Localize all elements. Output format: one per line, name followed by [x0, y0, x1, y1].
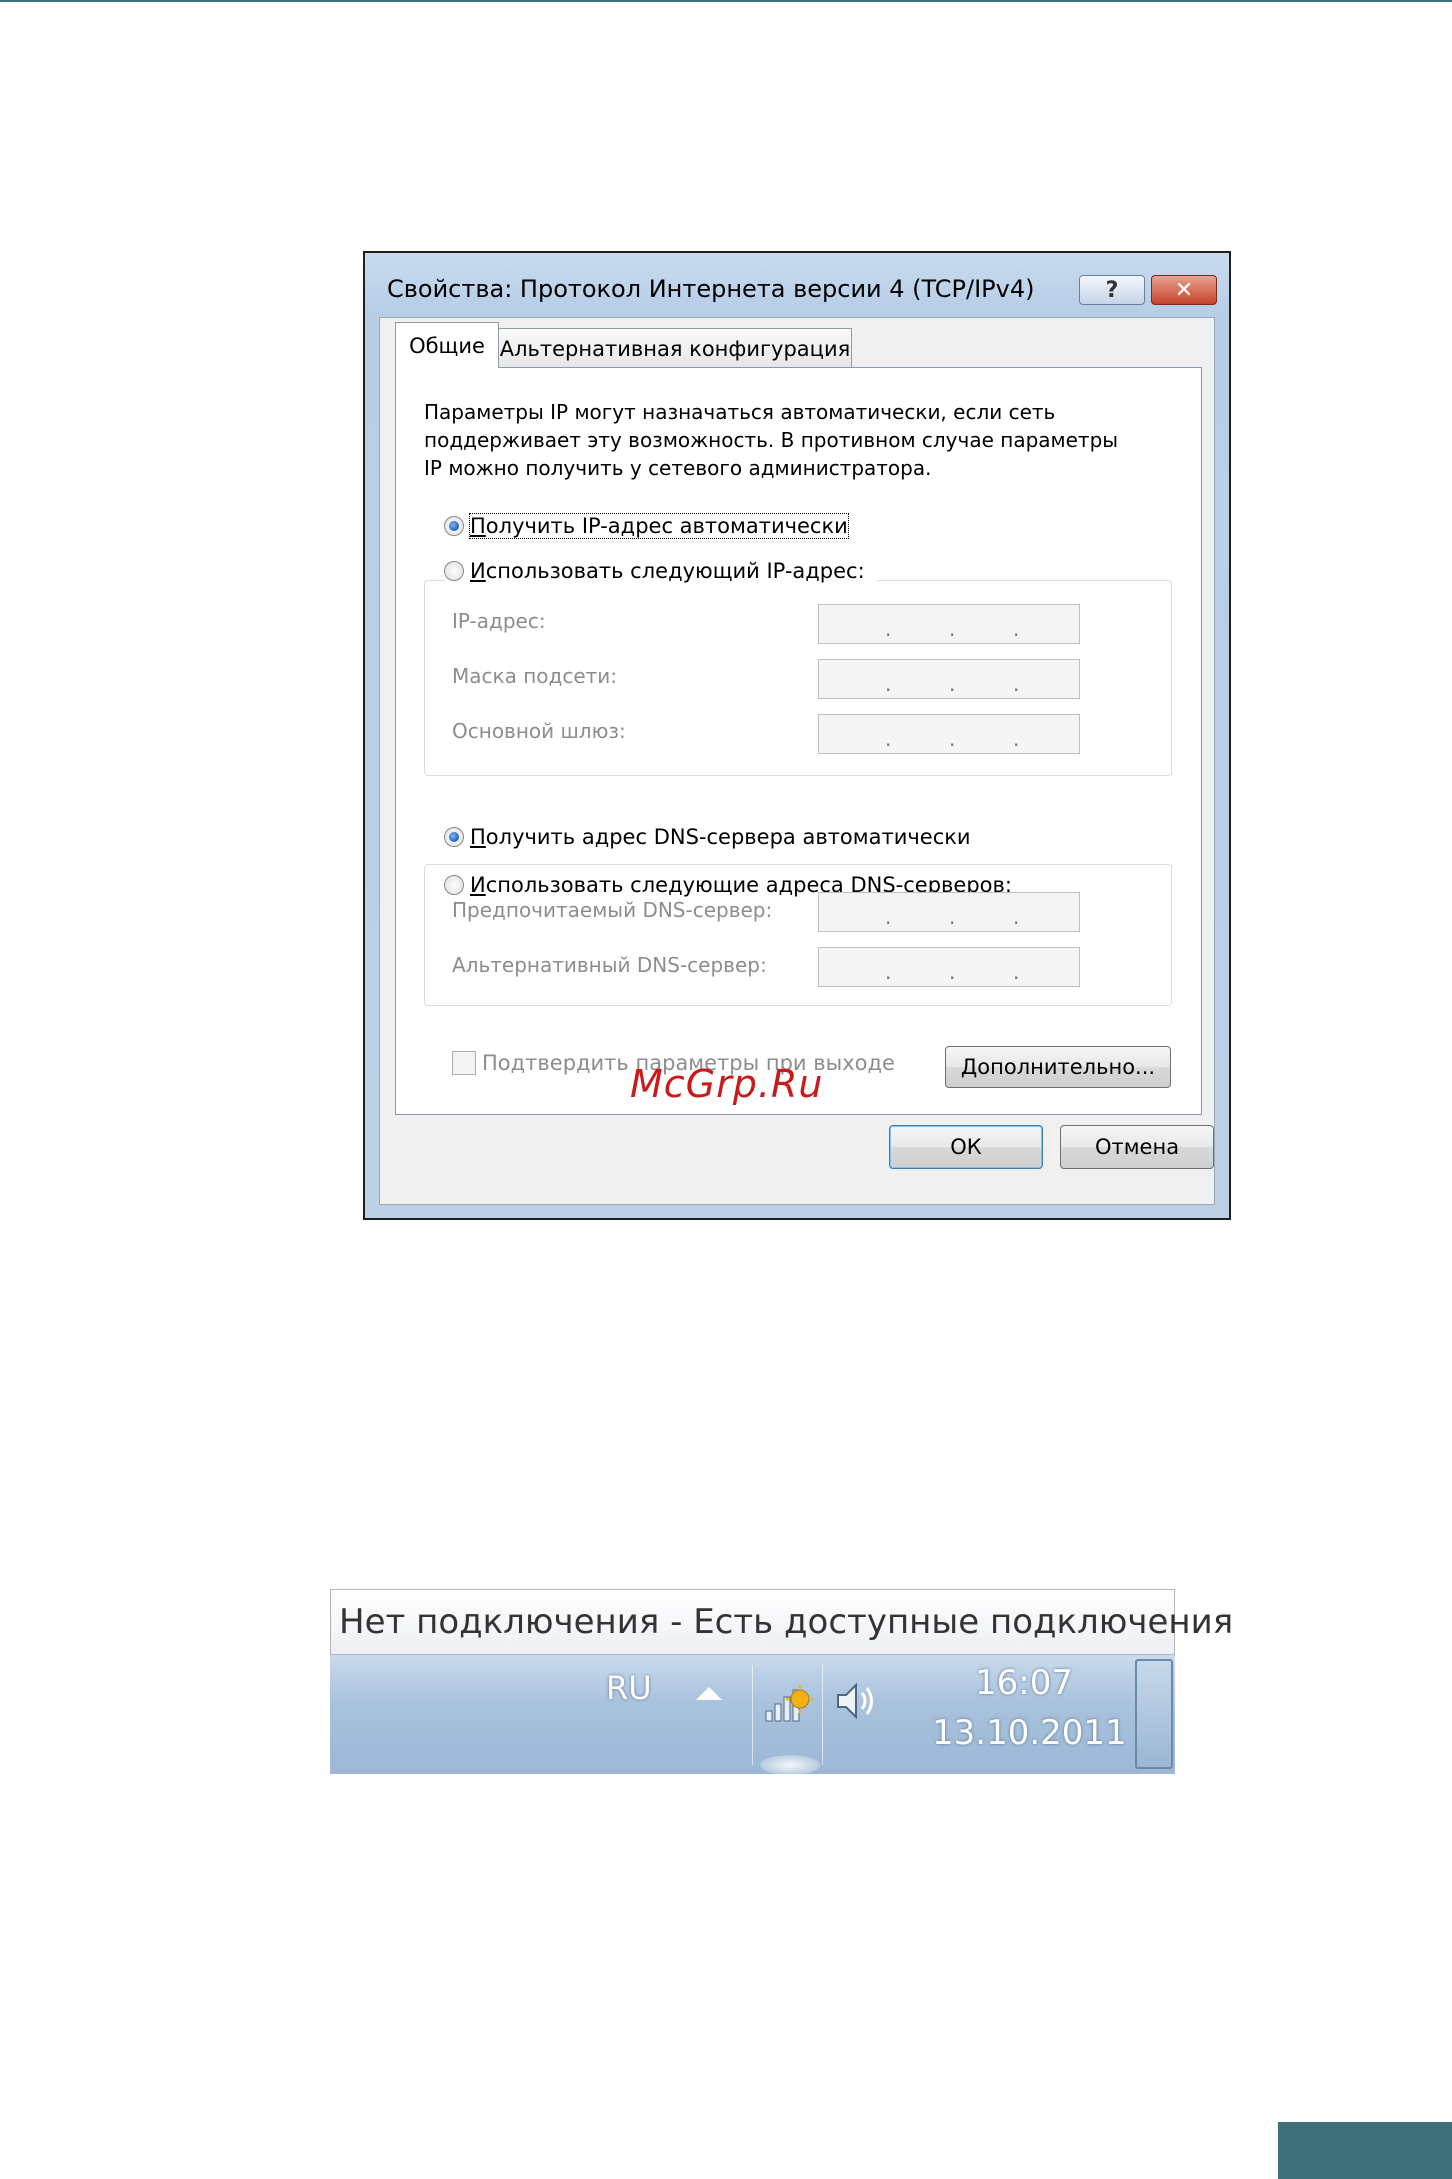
radio-ip-manual[interactable]: Использовать следующий IP-адрес: — [444, 559, 877, 583]
validate-on-exit-checkbox[interactable] — [452, 1051, 476, 1075]
advanced-button-label: Дополнительно... — [960, 1055, 1156, 1079]
clock-time[interactable]: 16:07 — [975, 1663, 1073, 1703]
radio-dns-auto-label: Получить адрес DNS-сервера автоматически — [470, 825, 971, 849]
tab-alternate-label: Альтернативная конфигурация — [499, 336, 851, 361]
tab-alternate-configuration[interactable]: Альтернативная конфигурация — [498, 328, 852, 368]
language-indicator[interactable]: RU — [606, 1669, 652, 1707]
description-line: поддерживает эту возможность. В противно… — [424, 428, 1119, 452]
close-button[interactable]: ✕ — [1151, 275, 1217, 305]
preferred-dns-label: Предпочитаемый DNS-сервер: — [452, 898, 773, 922]
network-icon-glow — [760, 1755, 820, 1775]
subnet-mask-input[interactable]: ... — [818, 659, 1080, 699]
default-gateway-input[interactable]: ... — [818, 714, 1080, 754]
page-corner-tab — [1278, 2122, 1452, 2179]
preferred-dns-input[interactable]: ... — [818, 892, 1080, 932]
tray-separator — [752, 1665, 753, 1765]
show-hidden-icons-arrow-icon[interactable] — [696, 1687, 722, 1700]
show-desktop-button[interactable] — [1135, 1659, 1173, 1769]
ok-button-label: ОК — [950, 1135, 982, 1159]
alternate-dns-label: Альтернативный DNS-сервер: — [452, 953, 767, 977]
description-line: IP можно получить у сетевого администрат… — [424, 456, 932, 480]
speaker-volume-icon[interactable] — [830, 1677, 884, 1725]
radio-ip-auto-indicator[interactable] — [444, 516, 464, 536]
default-gateway-label: Основной шлюз: — [452, 719, 626, 743]
alternate-dns-input[interactable]: ... — [818, 947, 1080, 987]
radio-ip-auto-label: Получить IP-адрес автоматически — [469, 513, 849, 539]
description-line: Параметры IP могут назначаться автоматич… — [424, 400, 1056, 424]
radio-ip-manual-label: Использовать следующий IP-адрес: — [470, 559, 865, 583]
network-no-connection-icon[interactable] — [762, 1677, 816, 1725]
tray-separator — [822, 1665, 823, 1765]
radio-dns-manual-indicator[interactable] — [444, 875, 464, 895]
help-icon: ? — [1105, 277, 1119, 303]
close-icon: ✕ — [1174, 277, 1194, 303]
advanced-button[interactable]: Дополнительно... — [945, 1046, 1171, 1088]
help-button[interactable]: ? — [1079, 275, 1145, 305]
clock-date[interactable]: 13.10.2011 — [932, 1713, 1127, 1753]
network-tooltip: Нет подключения - Есть доступные подключ… — [330, 1589, 1233, 1655]
radio-dns-auto-indicator[interactable] — [444, 827, 464, 847]
radio-ip-auto[interactable]: Получить IP-адрес автоматически — [444, 513, 860, 539]
general-tab-panel: Параметры IP могут назначаться автоматич… — [395, 367, 1202, 1115]
cancel-button[interactable]: Отмена — [1060, 1125, 1214, 1169]
description-text: Параметры IP могут назначаться автоматич… — [424, 398, 1164, 482]
ip-address-label: IP-адрес: — [452, 609, 546, 633]
subnet-mask-label: Маска подсети: — [452, 664, 618, 688]
ip-address-input[interactable]: ... — [818, 604, 1080, 644]
taskbar: RU 16:07 13.10.2011 — [330, 1655, 1175, 1775]
page-top-rule — [0, 0, 1452, 2]
radio-ip-manual-indicator[interactable] — [444, 561, 464, 581]
watermark-text: McGrp.Ru — [630, 1062, 824, 1106]
radio-dns-auto[interactable]: Получить адрес DNS-сервера автоматически — [444, 825, 983, 849]
cancel-button-label: Отмена — [1094, 1135, 1180, 1159]
taskbar-screenshot: Нет подключения - Есть доступные подключ… — [330, 1589, 1233, 1775]
network-tooltip-text: Нет подключения - Есть доступные подключ… — [339, 1602, 1234, 1642]
tab-general[interactable]: Общие — [395, 322, 499, 368]
ok-button[interactable]: ОК — [889, 1125, 1043, 1169]
tab-general-label: Общие — [409, 333, 485, 358]
dialog-title: Свойства: Протокол Интернета версии 4 (T… — [387, 275, 1035, 303]
